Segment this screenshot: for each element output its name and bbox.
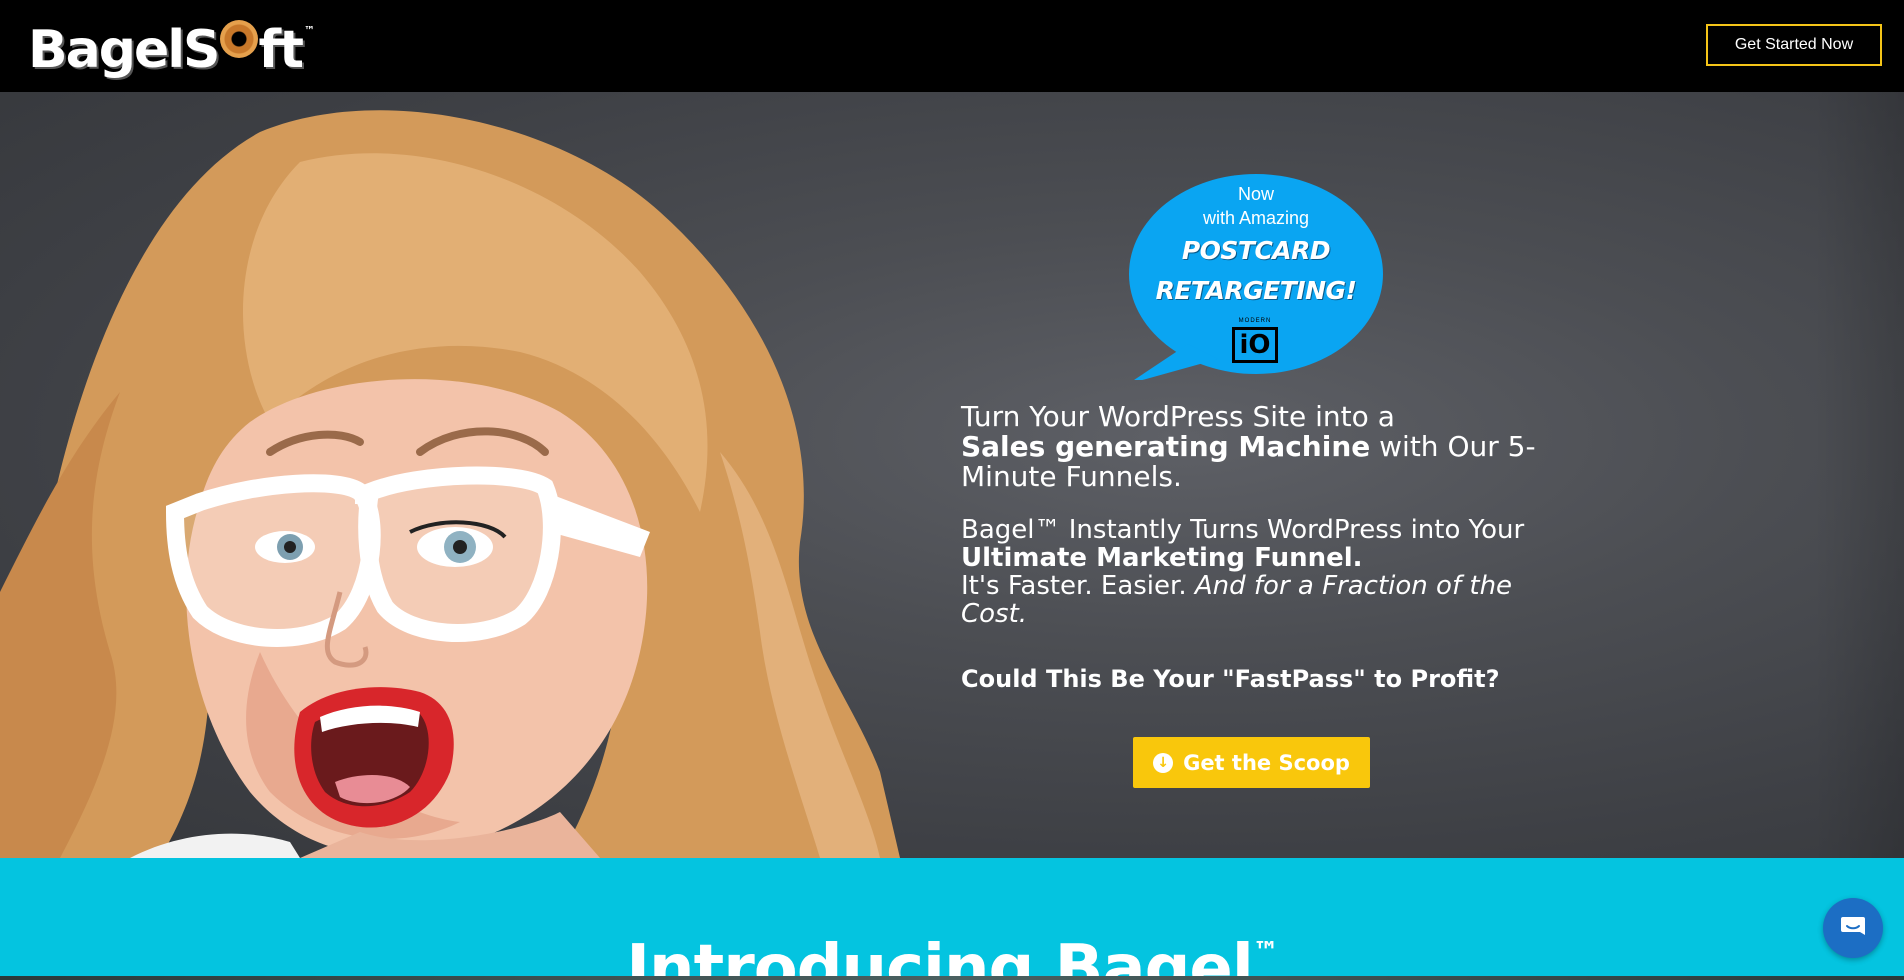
scoop-label: Get the Scoop — [1183, 750, 1350, 775]
get-the-scoop-button[interactable]: ↓ Get the Scoop — [1133, 737, 1370, 788]
modern-io-logo: MODERN iO — [1230, 318, 1280, 364]
hero-section: Now with Amazing POSTCARD RETARGETING! M… — [0, 92, 1904, 858]
bagelsoft-logo[interactable]: Bagel S ft ™ — [28, 20, 315, 80]
sub-part-2: It's Faster. Easier. — [961, 571, 1195, 601]
fastpass-question: Could This Be Your "FastPass" to Profit? — [961, 665, 1500, 693]
site-header: Bagel S ft ™ Get Started Now — [0, 0, 1904, 92]
logo-text-1: Bagel — [28, 20, 185, 80]
headline-part-1: Turn Your WordPress Site into a — [961, 400, 1395, 433]
headline-bold: Sales generating Machine — [961, 430, 1371, 463]
introducing-section: Introducing Bagel™ — [0, 858, 1904, 980]
hero-subheadline: Bagel™ Instantly Turns WordPress into Yo… — [961, 516, 1541, 628]
get-started-button[interactable]: Get Started Now — [1706, 24, 1882, 66]
sub-part-1: Bagel™ Instantly Turns WordPress into Yo… — [961, 515, 1525, 545]
chat-launcher-button[interactable] — [1823, 898, 1883, 958]
bubble-amazing-text: with Amazing — [1202, 208, 1310, 228]
logo-trademark: ™ — [303, 24, 315, 37]
bubble-retargeting-text: RETARGETING! — [1155, 276, 1357, 305]
chat-icon — [1841, 917, 1865, 935]
bagel-icon — [219, 20, 258, 58]
introducing-title: Introducing Bagel™ — [626, 932, 1279, 980]
postcard-retargeting-bubble[interactable]: Now with Amazing POSTCARD RETARGETING! M… — [1128, 174, 1384, 380]
logo-text-2: S — [183, 20, 220, 80]
intro-trademark: ™ — [1252, 937, 1279, 967]
bubble-now-text: Now — [1237, 184, 1274, 204]
bubble-postcard-text: POSTCARD — [1181, 236, 1331, 265]
sub-bold: Ultimate Marketing Funnel. — [961, 543, 1363, 573]
hero-headline: Turn Your WordPress Site into a Sales ge… — [961, 402, 1541, 492]
arrow-down-circle-icon: ↓ — [1153, 752, 1174, 773]
logo-text-3: ft — [258, 20, 305, 80]
hero-woman-image — [0, 110, 900, 858]
